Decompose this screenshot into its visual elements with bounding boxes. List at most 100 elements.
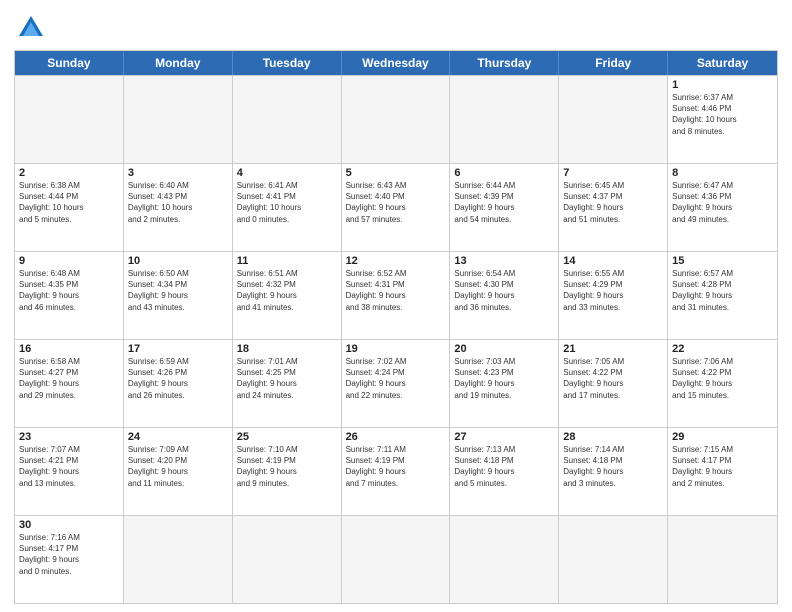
calendar-header: SundayMondayTuesdayWednesdayThursdayFrid… (15, 51, 777, 75)
day-number: 26 (346, 431, 446, 443)
calendar-cell: 3Sunrise: 6:40 AM Sunset: 4:43 PM Daylig… (124, 164, 233, 251)
calendar-cell (559, 516, 668, 603)
header (14, 10, 778, 42)
day-number: 22 (672, 343, 773, 355)
day-number: 1 (672, 79, 773, 91)
day-info: Sunrise: 7:03 AM Sunset: 4:23 PM Dayligh… (454, 356, 554, 401)
calendar-cell (668, 516, 777, 603)
weekday-header: Thursday (450, 51, 559, 75)
day-number: 23 (19, 431, 119, 443)
day-number: 2 (19, 167, 119, 179)
calendar-cell: 28Sunrise: 7:14 AM Sunset: 4:18 PM Dayli… (559, 428, 668, 515)
day-info: Sunrise: 7:16 AM Sunset: 4:17 PM Dayligh… (19, 532, 119, 577)
day-number: 13 (454, 255, 554, 267)
calendar-cell: 4Sunrise: 6:41 AM Sunset: 4:41 PM Daylig… (233, 164, 342, 251)
day-info: Sunrise: 7:05 AM Sunset: 4:22 PM Dayligh… (563, 356, 663, 401)
calendar-week-row: 23Sunrise: 7:07 AM Sunset: 4:21 PM Dayli… (15, 427, 777, 515)
calendar-cell: 22Sunrise: 7:06 AM Sunset: 4:22 PM Dayli… (668, 340, 777, 427)
weekday-header: Wednesday (342, 51, 451, 75)
calendar-cell: 9Sunrise: 6:48 AM Sunset: 4:35 PM Daylig… (15, 252, 124, 339)
calendar-cell (450, 76, 559, 163)
calendar: SundayMondayTuesdayWednesdayThursdayFrid… (14, 50, 778, 604)
calendar-cell: 16Sunrise: 6:58 AM Sunset: 4:27 PM Dayli… (15, 340, 124, 427)
day-number: 27 (454, 431, 554, 443)
weekday-header: Sunday (15, 51, 124, 75)
calendar-cell: 20Sunrise: 7:03 AM Sunset: 4:23 PM Dayli… (450, 340, 559, 427)
calendar-week-row: 16Sunrise: 6:58 AM Sunset: 4:27 PM Dayli… (15, 339, 777, 427)
day-number: 25 (237, 431, 337, 443)
calendar-cell: 29Sunrise: 7:15 AM Sunset: 4:17 PM Dayli… (668, 428, 777, 515)
day-info: Sunrise: 6:38 AM Sunset: 4:44 PM Dayligh… (19, 180, 119, 225)
day-info: Sunrise: 6:48 AM Sunset: 4:35 PM Dayligh… (19, 268, 119, 313)
day-info: Sunrise: 6:54 AM Sunset: 4:30 PM Dayligh… (454, 268, 554, 313)
logo (14, 14, 45, 42)
day-number: 8 (672, 167, 773, 179)
day-number: 9 (19, 255, 119, 267)
day-info: Sunrise: 7:09 AM Sunset: 4:20 PM Dayligh… (128, 444, 228, 489)
calendar-cell (342, 516, 451, 603)
day-info: Sunrise: 7:15 AM Sunset: 4:17 PM Dayligh… (672, 444, 773, 489)
day-info: Sunrise: 7:11 AM Sunset: 4:19 PM Dayligh… (346, 444, 446, 489)
day-info: Sunrise: 6:43 AM Sunset: 4:40 PM Dayligh… (346, 180, 446, 225)
day-info: Sunrise: 6:50 AM Sunset: 4:34 PM Dayligh… (128, 268, 228, 313)
calendar-cell (15, 76, 124, 163)
calendar-week-row: 1Sunrise: 6:37 AM Sunset: 4:46 PM Daylig… (15, 75, 777, 163)
calendar-cell (559, 76, 668, 163)
day-number: 24 (128, 431, 228, 443)
day-number: 21 (563, 343, 663, 355)
calendar-cell: 30Sunrise: 7:16 AM Sunset: 4:17 PM Dayli… (15, 516, 124, 603)
day-number: 18 (237, 343, 337, 355)
calendar-cell (124, 516, 233, 603)
calendar-cell: 7Sunrise: 6:45 AM Sunset: 4:37 PM Daylig… (559, 164, 668, 251)
calendar-cell: 17Sunrise: 6:59 AM Sunset: 4:26 PM Dayli… (124, 340, 233, 427)
day-number: 28 (563, 431, 663, 443)
day-info: Sunrise: 6:47 AM Sunset: 4:36 PM Dayligh… (672, 180, 773, 225)
calendar-cell: 21Sunrise: 7:05 AM Sunset: 4:22 PM Dayli… (559, 340, 668, 427)
calendar-cell: 25Sunrise: 7:10 AM Sunset: 4:19 PM Dayli… (233, 428, 342, 515)
day-number: 5 (346, 167, 446, 179)
calendar-week-row: 30Sunrise: 7:16 AM Sunset: 4:17 PM Dayli… (15, 515, 777, 603)
calendar-cell: 5Sunrise: 6:43 AM Sunset: 4:40 PM Daylig… (342, 164, 451, 251)
calendar-cell: 27Sunrise: 7:13 AM Sunset: 4:18 PM Dayli… (450, 428, 559, 515)
calendar-cell (124, 76, 233, 163)
day-number: 11 (237, 255, 337, 267)
day-number: 20 (454, 343, 554, 355)
day-info: Sunrise: 7:14 AM Sunset: 4:18 PM Dayligh… (563, 444, 663, 489)
day-info: Sunrise: 6:45 AM Sunset: 4:37 PM Dayligh… (563, 180, 663, 225)
calendar-cell: 12Sunrise: 6:52 AM Sunset: 4:31 PM Dayli… (342, 252, 451, 339)
day-info: Sunrise: 7:01 AM Sunset: 4:25 PM Dayligh… (237, 356, 337, 401)
calendar-cell: 13Sunrise: 6:54 AM Sunset: 4:30 PM Dayli… (450, 252, 559, 339)
day-info: Sunrise: 6:41 AM Sunset: 4:41 PM Dayligh… (237, 180, 337, 225)
day-number: 19 (346, 343, 446, 355)
calendar-cell: 18Sunrise: 7:01 AM Sunset: 4:25 PM Dayli… (233, 340, 342, 427)
day-number: 6 (454, 167, 554, 179)
calendar-cell: 15Sunrise: 6:57 AM Sunset: 4:28 PM Dayli… (668, 252, 777, 339)
weekday-header: Friday (559, 51, 668, 75)
day-info: Sunrise: 6:44 AM Sunset: 4:39 PM Dayligh… (454, 180, 554, 225)
day-info: Sunrise: 6:59 AM Sunset: 4:26 PM Dayligh… (128, 356, 228, 401)
calendar-cell (233, 76, 342, 163)
day-info: Sunrise: 7:07 AM Sunset: 4:21 PM Dayligh… (19, 444, 119, 489)
day-info: Sunrise: 6:55 AM Sunset: 4:29 PM Dayligh… (563, 268, 663, 313)
day-info: Sunrise: 6:40 AM Sunset: 4:43 PM Dayligh… (128, 180, 228, 225)
day-info: Sunrise: 7:06 AM Sunset: 4:22 PM Dayligh… (672, 356, 773, 401)
day-number: 30 (19, 519, 119, 531)
calendar-cell: 1Sunrise: 6:37 AM Sunset: 4:46 PM Daylig… (668, 76, 777, 163)
day-number: 4 (237, 167, 337, 179)
weekday-header: Tuesday (233, 51, 342, 75)
day-info: Sunrise: 6:51 AM Sunset: 4:32 PM Dayligh… (237, 268, 337, 313)
day-info: Sunrise: 7:10 AM Sunset: 4:19 PM Dayligh… (237, 444, 337, 489)
day-number: 14 (563, 255, 663, 267)
day-info: Sunrise: 6:58 AM Sunset: 4:27 PM Dayligh… (19, 356, 119, 401)
calendar-cell: 2Sunrise: 6:38 AM Sunset: 4:44 PM Daylig… (15, 164, 124, 251)
day-number: 7 (563, 167, 663, 179)
calendar-cell: 26Sunrise: 7:11 AM Sunset: 4:19 PM Dayli… (342, 428, 451, 515)
logo-icon (17, 14, 45, 42)
day-number: 15 (672, 255, 773, 267)
calendar-cell: 6Sunrise: 6:44 AM Sunset: 4:39 PM Daylig… (450, 164, 559, 251)
day-number: 10 (128, 255, 228, 267)
calendar-cell: 11Sunrise: 6:51 AM Sunset: 4:32 PM Dayli… (233, 252, 342, 339)
day-info: Sunrise: 7:02 AM Sunset: 4:24 PM Dayligh… (346, 356, 446, 401)
calendar-cell (233, 516, 342, 603)
weekday-header: Saturday (668, 51, 777, 75)
